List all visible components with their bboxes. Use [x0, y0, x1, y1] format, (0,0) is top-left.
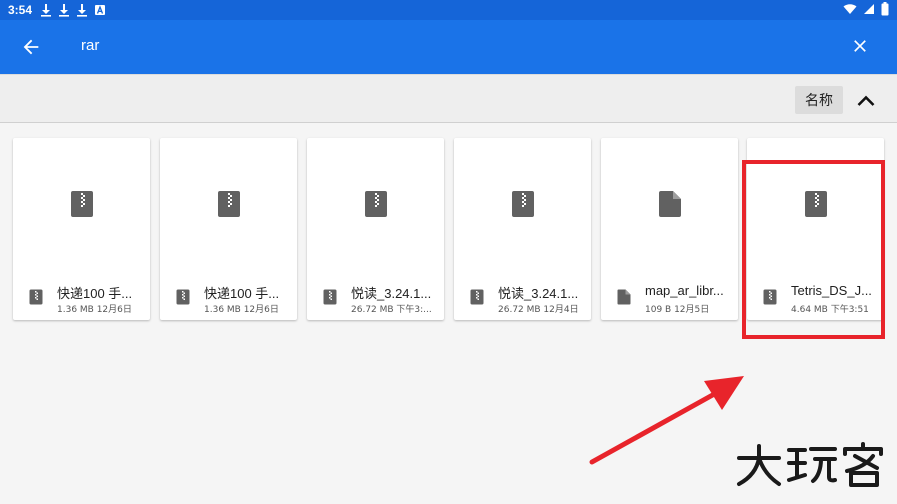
file-thumbnail [454, 138, 591, 273]
watermark-logo [735, 440, 890, 490]
sort-by-name-button[interactable]: 名称 [795, 86, 843, 114]
download-icon [76, 3, 88, 17]
archive-icon [804, 190, 828, 222]
file-name: 快递100 手... [57, 286, 133, 301]
wifi-icon [843, 3, 857, 18]
close-icon[interactable] [850, 36, 870, 56]
file-thumbnail [747, 138, 884, 273]
file-thumbnail [601, 138, 738, 273]
a-icon [94, 3, 106, 17]
battery-icon [881, 1, 889, 19]
archive-icon [217, 190, 241, 222]
file-card[interactable]: 快递100 手... 1.36 MB 12月6日 [13, 138, 150, 320]
file-info: 1.36 MB 12月6日 [204, 305, 279, 315]
search-app-bar: rar [0, 20, 897, 74]
file-info: 109 B 12月5日 [645, 305, 710, 315]
download-icon [58, 3, 70, 17]
file-thumbnail [13, 138, 150, 273]
chevron-up-icon[interactable] [857, 92, 875, 106]
status-time: 3:54 [8, 3, 33, 17]
signal-icon [863, 3, 875, 18]
file-name: 快递100 手... [204, 286, 280, 301]
archive-icon [70, 190, 94, 222]
file-card[interactable]: Tetris_DS_J... 4.64 MB 下午3:51 [747, 138, 884, 320]
document-icon [617, 289, 631, 305]
file-info: 26.72 MB 12月4日 [498, 305, 579, 315]
arrow-left-icon[interactable] [20, 36, 42, 58]
file-card[interactable]: 快递100 手... 1.36 MB 12月6日 [160, 138, 297, 320]
archive-icon [364, 190, 388, 222]
file-thumbnail [160, 138, 297, 273]
archive-icon [511, 190, 535, 222]
file-grid: 快递100 手... 1.36 MB 12月6日 快递100 手... 1.36… [13, 138, 893, 320]
file-card[interactable]: 悦读_3.24.1... 26.72 MB 12月4日 [454, 138, 591, 320]
search-query-text[interactable]: rar [81, 37, 99, 54]
file-name: Tetris_DS_J... [791, 283, 872, 298]
archive-icon [763, 289, 777, 305]
file-info: 4.64 MB 下午3:51 [791, 305, 869, 315]
file-name: 悦读_3.24.1... [498, 286, 579, 301]
file-name: 悦读_3.24.1... [351, 286, 432, 301]
archive-icon [176, 289, 190, 305]
file-card[interactable]: 悦读_3.24.1... 26.72 MB 下午3:... [307, 138, 444, 320]
document-icon [658, 190, 682, 222]
file-card[interactable]: map_ar_libr... 109 B 12月5日 [601, 138, 738, 320]
status-bar: 3:54 [0, 0, 897, 20]
archive-icon [29, 289, 43, 305]
archive-icon [470, 289, 484, 305]
file-name: map_ar_libr... [645, 283, 724, 298]
file-info: 1.36 MB 12月6日 [57, 305, 132, 315]
download-icon [40, 3, 52, 17]
file-thumbnail [307, 138, 444, 273]
archive-icon [323, 289, 337, 305]
file-info: 26.72 MB 下午3:... [351, 305, 432, 315]
sort-bar: 名称 [0, 74, 897, 123]
